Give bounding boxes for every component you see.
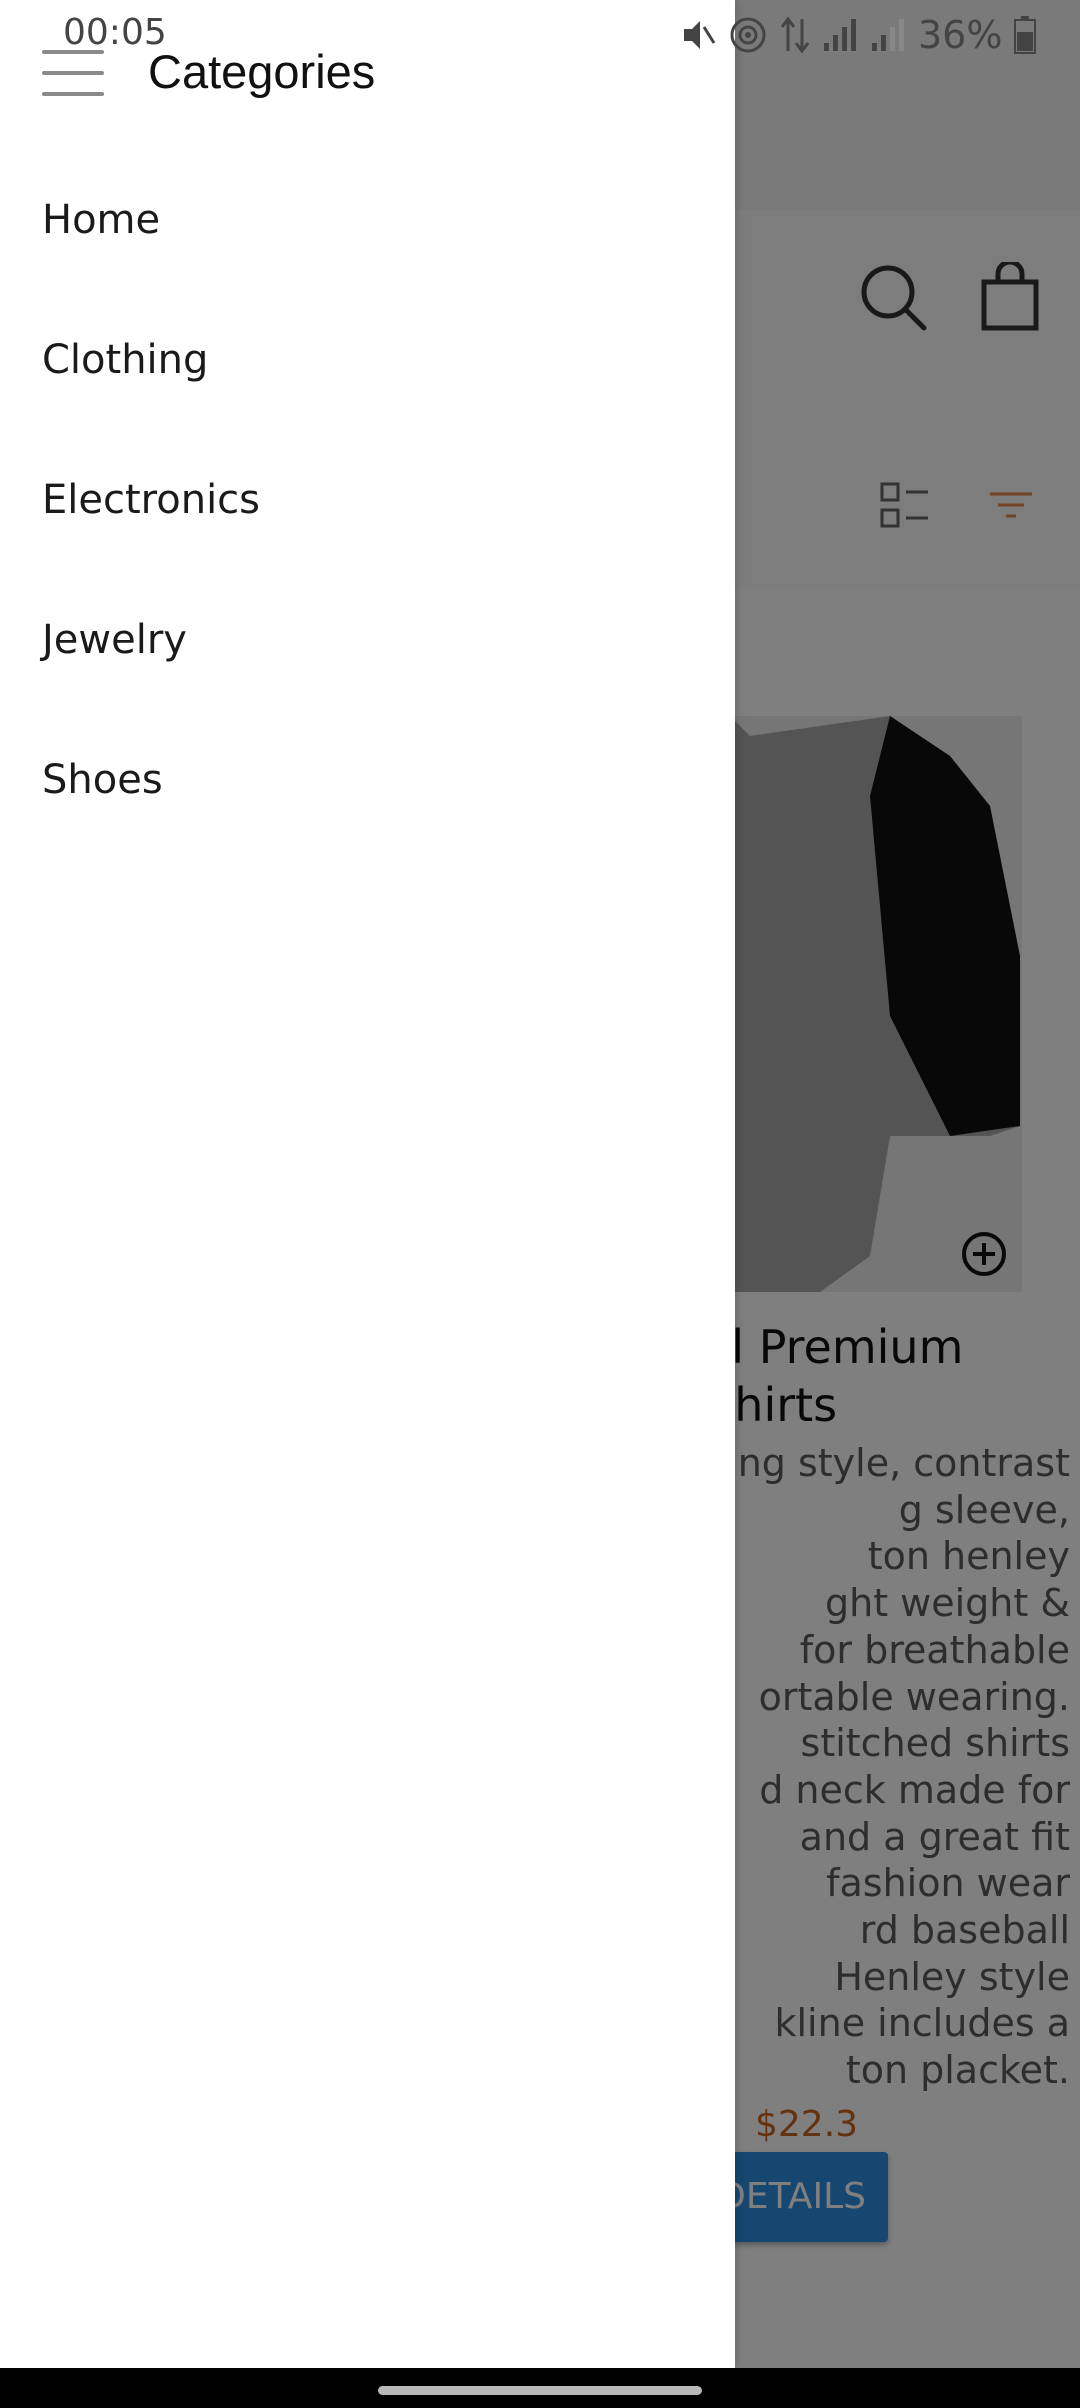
- category-item-clothing[interactable]: Clothing: [0, 290, 735, 430]
- home-gesture-handle[interactable]: [378, 2386, 702, 2395]
- navigation-drawer: Categories Home Clothing Electronics Jew…: [0, 0, 735, 2368]
- system-nav-bar: [0, 2368, 1080, 2408]
- mute-icon: [684, 21, 716, 49]
- battery-percent: 36%: [918, 13, 1003, 57]
- drawer-title: Categories: [148, 45, 376, 98]
- category-item-shoes[interactable]: Shoes: [0, 710, 735, 850]
- battery-icon: [1014, 16, 1037, 54]
- signal-icon: [824, 19, 856, 51]
- category-item-electronics[interactable]: Electronics: [0, 430, 735, 570]
- status-icons: 36%: [680, 10, 1037, 60]
- hotspot-icon: [730, 17, 766, 53]
- category-item-jewelry[interactable]: Jewelry: [0, 570, 735, 710]
- hamburger-icon[interactable]: [42, 50, 104, 96]
- status-time: 00:05: [63, 12, 167, 53]
- signal-icon-secondary: [872, 19, 904, 51]
- category-list: Home Clothing Electronics Jewelry Shoes: [0, 150, 735, 850]
- category-item-home[interactable]: Home: [0, 150, 735, 290]
- data-transfer-icon: [780, 16, 810, 54]
